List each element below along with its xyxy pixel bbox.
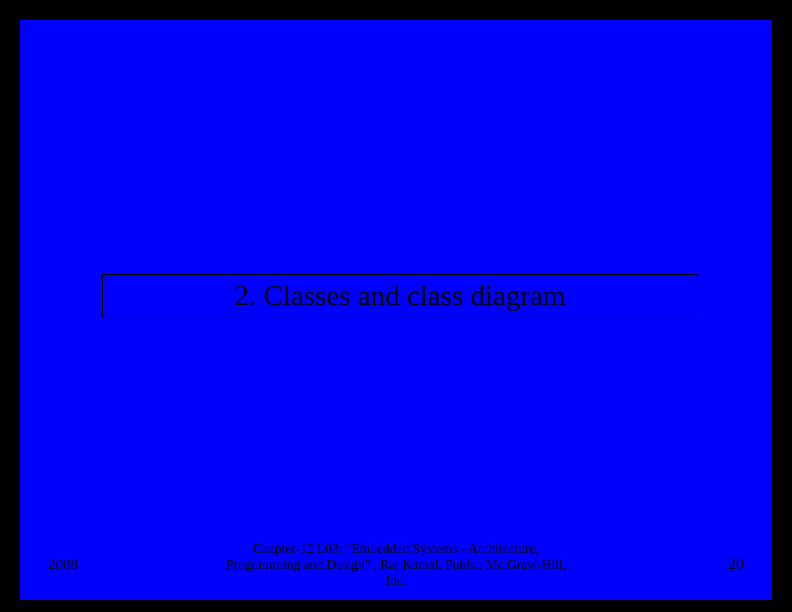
title-box: 2. Classes and class diagram — [102, 274, 698, 318]
footer: 2008 Chapter-12 L03: "Embedded Systems -… — [20, 540, 772, 590]
footer-reference-line2: Programming and Design" , Raj Kamal, Pub… — [148, 557, 644, 573]
slide: 2. Classes and class diagram 2008 Chapte… — [20, 20, 772, 600]
footer-reference: Chapter-12 L03: "Embedded Systems - Arch… — [148, 541, 644, 590]
footer-reference-line3: Inc. — [148, 573, 644, 589]
slide-title: 2. Classes and class diagram — [234, 282, 565, 311]
footer-reference-line1: Chapter-12 L03: "Embedded Systems - Arch… — [148, 541, 644, 557]
footer-page-number: 20 — [644, 556, 744, 574]
footer-year: 2008 — [48, 557, 148, 574]
